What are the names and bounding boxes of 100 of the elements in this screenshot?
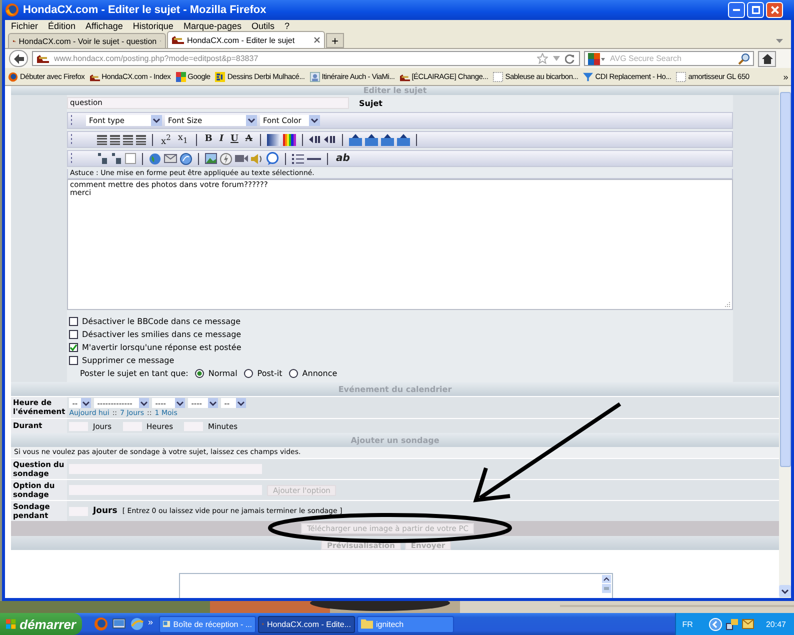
duration-field[interactable]	[69, 422, 88, 430]
spellcheck-button[interactable]: ab	[334, 153, 352, 164]
browser-tab[interactable]: HondaCX.com - Voir le sujet - question	[8, 33, 166, 48]
upload-icon[interactable]	[397, 134, 410, 146]
menu-item[interactable]: ?	[284, 20, 290, 30]
start-button[interactable]: démarrer	[0, 613, 82, 635]
address-bar[interactable]: www.hondacx.com/posting.php?mode=editpost&p=83837	[32, 51, 580, 66]
link-icon[interactable]	[180, 152, 192, 164]
align-icon[interactable]	[136, 134, 146, 144]
maximize-button[interactable]	[747, 2, 764, 18]
poll-question-field[interactable]	[69, 464, 262, 474]
desktop-icon[interactable]	[112, 617, 126, 631]
checkbox-label: Désactiver les smilies dans ce message	[82, 330, 242, 338]
code-icon[interactable]	[111, 153, 122, 164]
poll-option-field[interactable]	[69, 485, 262, 495]
checkbox[interactable]	[69, 330, 78, 338]
paragraph-icon[interactable]	[309, 135, 322, 144]
blank-page-icon	[676, 72, 686, 82]
horizontal-line-icon[interactable]	[307, 158, 321, 160]
grip-icon[interactable]	[70, 153, 73, 164]
search-engine-icon[interactable]	[588, 52, 606, 64]
menu-item[interactable]: Édition	[48, 20, 76, 30]
speaker-icon[interactable]	[251, 154, 263, 164]
poll-length-field[interactable]	[69, 506, 88, 516]
more-bookmarks-button[interactable]: »	[783, 72, 788, 82]
upload-icon[interactable]	[365, 134, 378, 146]
format-button[interactable]: I	[217, 134, 226, 145]
checkbox-label: M'avertir lorsqu'une réponse est postée	[82, 342, 242, 352]
browser-icon[interactable]	[130, 617, 144, 631]
format-button[interactable]: A	[243, 134, 254, 145]
browser-tab[interactable]: HondaCX.com - Editer le sujet	[167, 31, 325, 48]
checkbox[interactable]	[69, 342, 78, 352]
caret-icon[interactable]	[776, 39, 783, 43]
reload-icon[interactable]	[565, 54, 575, 64]
grip-icon[interactable]	[70, 134, 73, 145]
folder-icon	[361, 619, 374, 629]
search-icon[interactable]	[738, 52, 750, 64]
caret-icon	[246, 115, 257, 126]
menu-item[interactable]: Fichier	[11, 20, 38, 30]
caret-icon	[309, 115, 320, 126]
scroll-thumb[interactable]	[780, 92, 790, 467]
list-icon[interactable]	[292, 154, 304, 164]
taskbar-button[interactable]: HondaCX.com - Edite...	[258, 616, 356, 632]
flag-icon	[6, 617, 16, 631]
close-button[interactable]	[766, 2, 783, 18]
home-button[interactable]	[758, 50, 776, 66]
camera-icon[interactable]	[235, 155, 248, 162]
align-icon[interactable]	[110, 134, 120, 144]
upload-icon[interactable]	[349, 134, 362, 146]
duration-field[interactable]	[122, 422, 142, 430]
blank-page-icon	[493, 72, 504, 82]
globe-icon[interactable]	[149, 152, 161, 164]
maximize-icon	[752, 6, 760, 14]
checkbox[interactable]	[69, 316, 78, 326]
scrollbar[interactable]	[779, 86, 791, 598]
radio-button[interactable]	[289, 368, 298, 378]
speech-bubble-icon[interactable]	[266, 152, 279, 165]
checkbox[interactable]	[69, 356, 78, 364]
image-icon[interactable]	[205, 153, 217, 164]
flash-icon[interactable]	[220, 152, 232, 164]
back-arrow-icon	[14, 54, 24, 64]
align-icon[interactable]	[97, 134, 107, 144]
caret-icon	[139, 398, 150, 408]
menu-item[interactable]: Marque-pages	[183, 20, 242, 30]
align-icon[interactable]	[123, 134, 133, 144]
format-button[interactable]: x$^{2}$	[159, 132, 173, 148]
new-tab-button[interactable]: +	[326, 33, 344, 48]
back-button[interactable]	[9, 50, 28, 67]
menu-item[interactable]: Historique	[132, 20, 174, 30]
format-button[interactable]: U	[228, 134, 240, 145]
home-icon	[762, 54, 772, 64]
radio-button[interactable]	[195, 368, 204, 378]
envelope-icon[interactable]	[164, 154, 177, 163]
person-icon	[310, 72, 320, 82]
taskbar-button[interactable]: Boîte de réception - ...	[159, 616, 256, 632]
taskbar-button[interactable]: ignitech	[357, 616, 454, 632]
star-icon[interactable]	[537, 53, 548, 64]
network-icon[interactable]	[726, 618, 738, 630]
scroll-down-icon[interactable]	[779, 585, 791, 597]
color-palette-icon[interactable]	[283, 134, 296, 146]
section-header: Ajouter un sondage	[11, 433, 779, 447]
checkbox-label: Supprimer ce message	[82, 356, 174, 364]
format-button[interactable]: B	[202, 134, 214, 145]
inbox-icon	[163, 619, 170, 629]
scroll-thumb-icon[interactable]	[602, 584, 611, 593]
more-button[interactable]: »	[148, 617, 154, 627]
code-icon[interactable]	[97, 153, 108, 164]
square-icon[interactable]	[125, 153, 136, 164]
grip-icon[interactable]	[70, 115, 73, 126]
badge-icon	[215, 72, 226, 82]
gradient-icon[interactable]	[267, 134, 280, 146]
format-button[interactable]: x$_{1}$	[176, 133, 190, 146]
paragraph-icon[interactable]	[324, 135, 336, 144]
scroll-up-icon[interactable]	[602, 575, 611, 583]
duration-field[interactable]	[184, 422, 203, 430]
menu-item[interactable]: Affichage	[86, 20, 123, 30]
menu-item[interactable]: Outils	[252, 20, 275, 30]
radio-button[interactable]	[244, 368, 254, 378]
upload-icon[interactable]	[381, 134, 394, 146]
minimize-button[interactable]	[728, 2, 745, 18]
